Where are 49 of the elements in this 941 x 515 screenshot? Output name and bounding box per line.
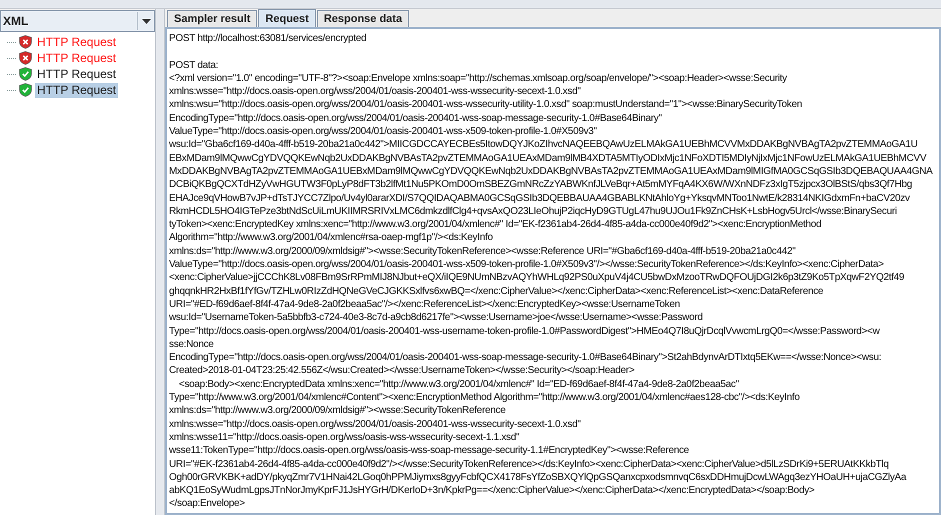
text-line: abKQ1EoSyWudmLgpsJTnNorJmyKprFJ1JsHYGrH/DKerIoD+3n/KpkrPg==</xenc:CipherValue></xenc:CipherData></xenc:EncryptedData></soap:Body> xyxy=(169,485,814,496)
text-line: DCBiQKBgQCXTdHZyVwHGUTW3F0pLyP8dFT3b2lfMt1Nu5PKOmD0OmSBEZGmNRcZzYABWKnfJLVeBqr+At5mMYFqA4KX6W/WXnNDFz3xIgT5zjpcx3OlBStS/qbs3Qf7Hbg xyxy=(169,179,912,190)
text-line: ValueType="http://docs.oasis-open.org/wss/2004/01/oasis-200401-wss-x509-token-profile-1.0#X509v3" xyxy=(169,126,597,138)
text-line: RkmHCDL5HO4IGTePze3btNdScUiLmUKIIMRSRIVxLMC6dmkzdlfClg4+qvsAxQO23LIeOhujP2iqcHyD9GTUgL47hu9UJOu1Fk9ZnCHsK+LsbHogv5Urcl</wsse:BinarySecuri xyxy=(169,206,897,217)
text-line: EncodingType="http://docs.oasis-open.org/wss/2004/01/oasis-200401-wss-soap-message-security-1.0#Base64Binary">St2ahBdynvArDTIxtq5EKw==</wsse:Nonce><wsu: xyxy=(169,352,882,364)
tree-item[interactable]: HTTP Request xyxy=(35,66,118,82)
text-line: EHAJce9qVHowB7vJP+dTsTJYCC7Zlpo/Uv4yl0ararXDI/S7QQIDAQABMA0GCSqGSIb3DQEBBAUAA4GBABLKNtAhloYg+YksqvMNToo1NwtE/k28314NKIGdxmFn+baCV20zv xyxy=(169,192,910,204)
text-line: xmlns:wsse="http://docs.oasis-open.org/wss/2004/01/oasis-200401-wss-wssecurity-secext-1.0.xsd" xyxy=(169,86,581,98)
text-line: wsu:Id="UsernameToken-5a5bbfb3-c724-40e3-8c7d-a9cb8d6217fe"><wsse:Username>joe</wsse:Username><wsse:Password xyxy=(169,312,703,324)
text-line: <xenc:CipherValue>jjCCChK8Lv08FBm9SrRPmMIJ8NJbut+eQX/iIQE9NUmNBzvAQYhWHLq92PS0uXpuV4j4CU5bwDxMzooTRwDQFOUjDGI2k6p3tZ9Ko5TpXqwF2YQ2tf49 xyxy=(169,272,904,284)
text-line: Algorithm="http://www.w3.org/2001/04/xmlenc#rsa-oaep-mgf1p"/><ds:KeyInfo xyxy=(169,232,493,244)
text-line: xmlns:wsse="http://docs.oasis-open.org/wss/2004/01/oasis-200401-wss-wssecurity-secext-1.0.xsd" xyxy=(169,418,581,430)
tree-item[interactable]: HTTP Request xyxy=(35,50,118,66)
error-shield-icon xyxy=(19,35,32,49)
text-line: </soap:Envelope> xyxy=(169,498,245,510)
text-line: Created>2018-01-04T23:25:42.556Z</wsu:Created></wsse:UsernameToken></wsse:Security></soap:Header> xyxy=(169,365,634,376)
text-line: POST data: xyxy=(169,60,218,71)
dropdown-arrow-icon xyxy=(142,18,150,24)
text-line: Type="http://www.w3.org/2001/04/xmlenc#Content"><xenc:EncryptionMethod Algorithm="http://www.w3.org/2001/04/xmlenc#aes128-cbc"/><ds:KeyInfo xyxy=(169,392,800,404)
text-line: tyToken><xenc:EncryptedKey xmlns:xenc="http://www.w3.org/2001/04/xmlenc#" Id="EK-f2361ab4-26d4-4f85-a4da-cc000e40f9d2"><xenc:EncryptionMethod xyxy=(169,219,822,230)
view-selector[interactable]: XML xyxy=(0,10,155,32)
tree-item[interactable]: HTTP Request xyxy=(35,82,118,98)
text-line: xmlns:ds="http://www.w3.org/2000/09/xmldsig#"><wsse:SecurityTokenReference xyxy=(169,405,506,416)
text-line: MxDDAKBgNVBAgTA2pvZTEMMAoGA1UEBxMDam9lMQwwCgYDVQQKEwNqb2UxDDAKBgNVBAsTA2pvZTEMMAoGA1UEAxMDam9lMIGfMA0GCSqGSIb3DQEBAQUAA4GNA xyxy=(169,166,932,177)
text-line: Ogh00rGRVKBK+adDY/pkyqZmr7V1HNai42LGoq0hPPMJiymxs8gyyFcbfQCX4178FsYfZoSBXQYlQpGSQanxcpxodsmnvqC6sxDDHmujDcwLWAgq3ezYHOaUH+ujaCGZlyAa xyxy=(169,472,906,483)
tree-item[interactable]: HTTP Request xyxy=(35,34,118,50)
check-shield-icon xyxy=(19,83,32,97)
text-line: <soap:Body><xenc:EncryptedData xmlns:xenc="http://www.w3.org/2001/04/xmlenc#" Id="ED-f69d6aef-8f4f-47a4-9de8-2a0f2beaa5ac" xyxy=(178,378,739,390)
text-line: URI="#EK-f2361ab4-26d4-4f85-a4da-cc000e40f9d2"/></wsse:SecurityTokenReference></ds:KeyInfo><xenc:CipherData><xenc:CipherValue>d5lLzSDrKi9+5ERUAtKKkbTlq xyxy=(169,458,889,470)
text-line: xmlns:wsse11="http://docs.oasis-open.org/wss/oasis-wss-wssecurity-secext-1.1.xsd" xyxy=(169,432,520,443)
text-line: POST http://localhost:63081/services/encrypted xyxy=(169,33,366,44)
text-line: EBxMDam9lMQwwCgYDVQQKEwNqb2UxDDAKBgNVBAsTA2pvZTEMMAoGA1UEAxMDam9lMB4XDTA5MTIyODIxMjc1NFoXDTI5MDIyNjIxMjc1NFowUzELMAkGA1UEBhMCVV xyxy=(169,152,926,164)
text-line: xmlns:ds="http://www.w3.org/2000/09/xmldsig#"><wsse:SecurityTokenReference><wsse:Reference URI="#Gba6cf169-d40a-4fff-b519-20ba21a0c442" xyxy=(169,246,796,257)
text-line: wsu:Id="Gba6cf169-d40a-4fff-b519-20ba21a0c442">MIICGDCCAYECBEs5ItowDQYJKoZIhvcNAQEEBQAwUzELMAkGA1UEBhMCVVMxDDAKBgNVBAgTA2pvZTEMMAoGA1U xyxy=(169,139,918,150)
text-line: sse:Nonce xyxy=(169,338,214,350)
text-line: ghqqnkHR2HxBf1fYfGv/TZHLw0RIzZdHQNeGVeCJGKKSxlfvs6xwBQ=</xenc:CipherValue></xenc:CipherData><xenc:ReferenceList><xenc:DataReference xyxy=(169,286,824,297)
text-line: EncodingType="http://docs.oasis-open.org/wss/2004/01/oasis-200401-wss-soap-message-security-1.0#Base64Binary" xyxy=(169,112,662,124)
text-line: Type="http://docs.oasis-open.org/wss/2004/01/oasis-200401-wss-username-token-profile-1.0#PasswordDigest">HMEo4Q7I8uQjrDcqlVvwcmLrgQ0=</wsse:Password><w xyxy=(169,326,880,337)
text-line: <?xml version="1.0" encoding="UTF-8"?><soap:Envelope xmlns:soap="http://schemas.xmlsoap.org/soap/envelope/"><soap:Header><wsse:Security xyxy=(169,72,787,84)
tab[interactable]: Request xyxy=(258,9,316,27)
check-shield-icon xyxy=(19,67,32,81)
tab[interactable]: Response data xyxy=(316,10,410,27)
text-line: xmlns:wsu="http://docs.oasis-open.org/wss/2004/01/oasis-200401-wss-wssecurity-utility-1.0.xsd" soap:mustUnderstand="1"><wsse:BinarySecurityToken xyxy=(169,99,802,110)
tab[interactable]: Sampler result xyxy=(167,10,258,27)
request-text-area[interactable] xyxy=(165,27,941,515)
text-line: wsse11:TokenType="http://docs.oasis-open.org/wss/oasis-wss-soap-message-security-1.1#EncryptedKey"><wsse:Reference xyxy=(169,445,689,456)
text-line: ValueType="http://docs.oasis-open.org/wss/2004/01/oasis-200401-wss-x509-token-profile-1.0#X509v3"/></wsse:SecurityTokenReference></ds:KeyInfo><xenc:CipherData> xyxy=(169,259,884,270)
text-line: URI="#ED-f69d6aef-8f4f-47a4-9de8-2a0f2beaa5ac"/></xenc:ReferenceList></xenc:EncryptedKey><wsse:UsernameToken xyxy=(169,298,680,310)
error-shield-icon xyxy=(19,51,32,65)
